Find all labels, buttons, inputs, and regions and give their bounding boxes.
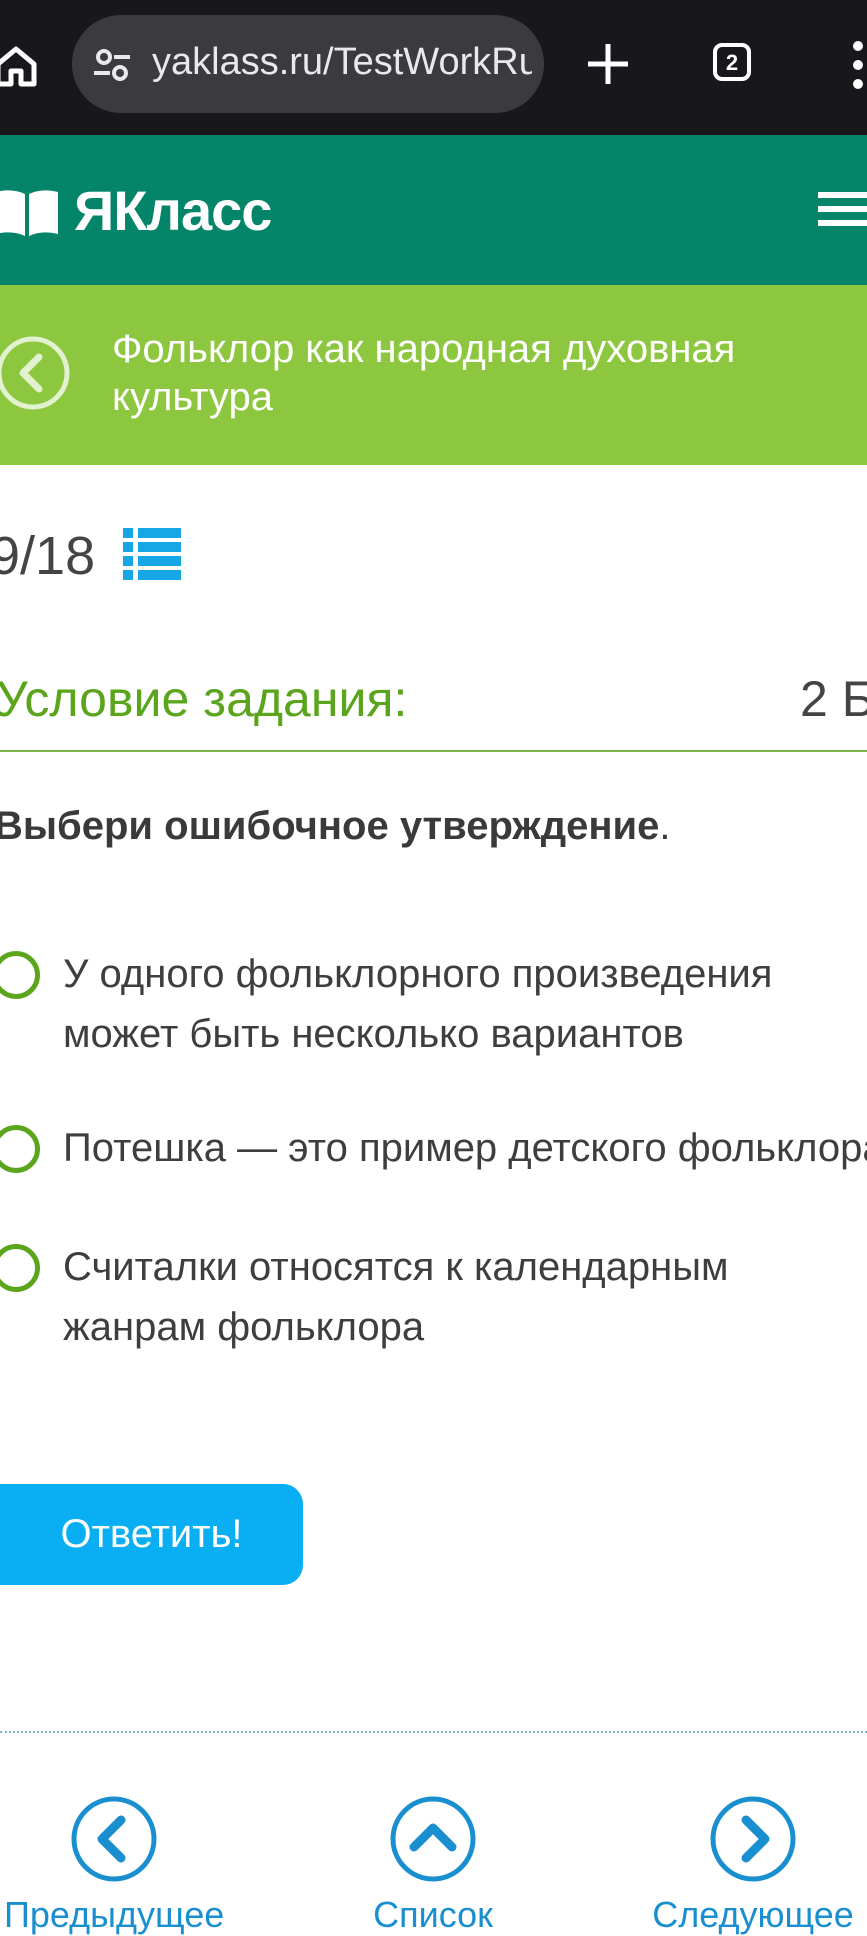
nav-list[interactable]: Список (323, 1794, 543, 1936)
nav-next[interactable]: Следующее (643, 1794, 863, 1936)
more-vert-icon[interactable] (848, 40, 867, 90)
tune-icon[interactable] (92, 45, 132, 85)
chevron-left-circle-icon[interactable] (69, 1794, 159, 1884)
menu-icon[interactable] (818, 190, 867, 228)
address-bar[interactable]: yaklass.ru/TestWorkRun (72, 15, 544, 113)
points-badge: 2 Б (800, 671, 867, 727)
question-text: Выбери ошибочное утверждение. (0, 804, 670, 849)
nav-next-label[interactable]: Следующее (643, 1894, 863, 1936)
home-icon[interactable] (0, 44, 38, 88)
list-icon[interactable] (123, 528, 181, 580)
site-header: ЯКласс (0, 135, 867, 285)
nav-prev-label[interactable]: Предыдущее (4, 1894, 224, 1936)
chevron-up-circle-icon[interactable] (388, 1794, 478, 1884)
url-text[interactable]: yaklass.ru/TestWorkRun (152, 41, 532, 84)
radio-button[interactable] (0, 951, 40, 999)
back-circle-icon[interactable] (0, 335, 71, 411)
nav-list-label[interactable]: Список (323, 1894, 543, 1936)
tabs-icon[interactable]: 2 (713, 43, 751, 81)
topic-title: Фольклор как народная духовная культура (112, 327, 736, 419)
question-bold: Выбери ошибочное утверждение (0, 804, 660, 848)
question-tail: . (659, 804, 671, 848)
condition-divider (0, 750, 867, 752)
book-icon (0, 190, 58, 236)
option-label: У одного фольклорного произведения может… (63, 952, 773, 1056)
nav-separator (0, 1731, 867, 1733)
browser-toolbar: yaklass.ru/TestWorkRun 2 (0, 0, 867, 135)
topic-banner: Фольклор как народная духовная культура (0, 285, 867, 465)
chevron-right-circle-icon[interactable] (708, 1794, 798, 1884)
option-label: Потешка — это пример детского фольклора (63, 1126, 867, 1170)
radio-button[interactable] (0, 1244, 40, 1292)
plus-icon[interactable] (586, 42, 630, 86)
condition-title: Условие задания: (0, 671, 408, 727)
radio-button[interactable] (0, 1125, 40, 1173)
nav-prev[interactable]: Предыдущее (4, 1794, 224, 1936)
answer-button[interactable]: Ответить! (0, 1484, 303, 1585)
option-label: Считалки относятся к календарным жанрам … (63, 1245, 729, 1349)
logo-text: ЯКласс (74, 179, 272, 242)
progress-counter: 9/18 (0, 526, 96, 586)
